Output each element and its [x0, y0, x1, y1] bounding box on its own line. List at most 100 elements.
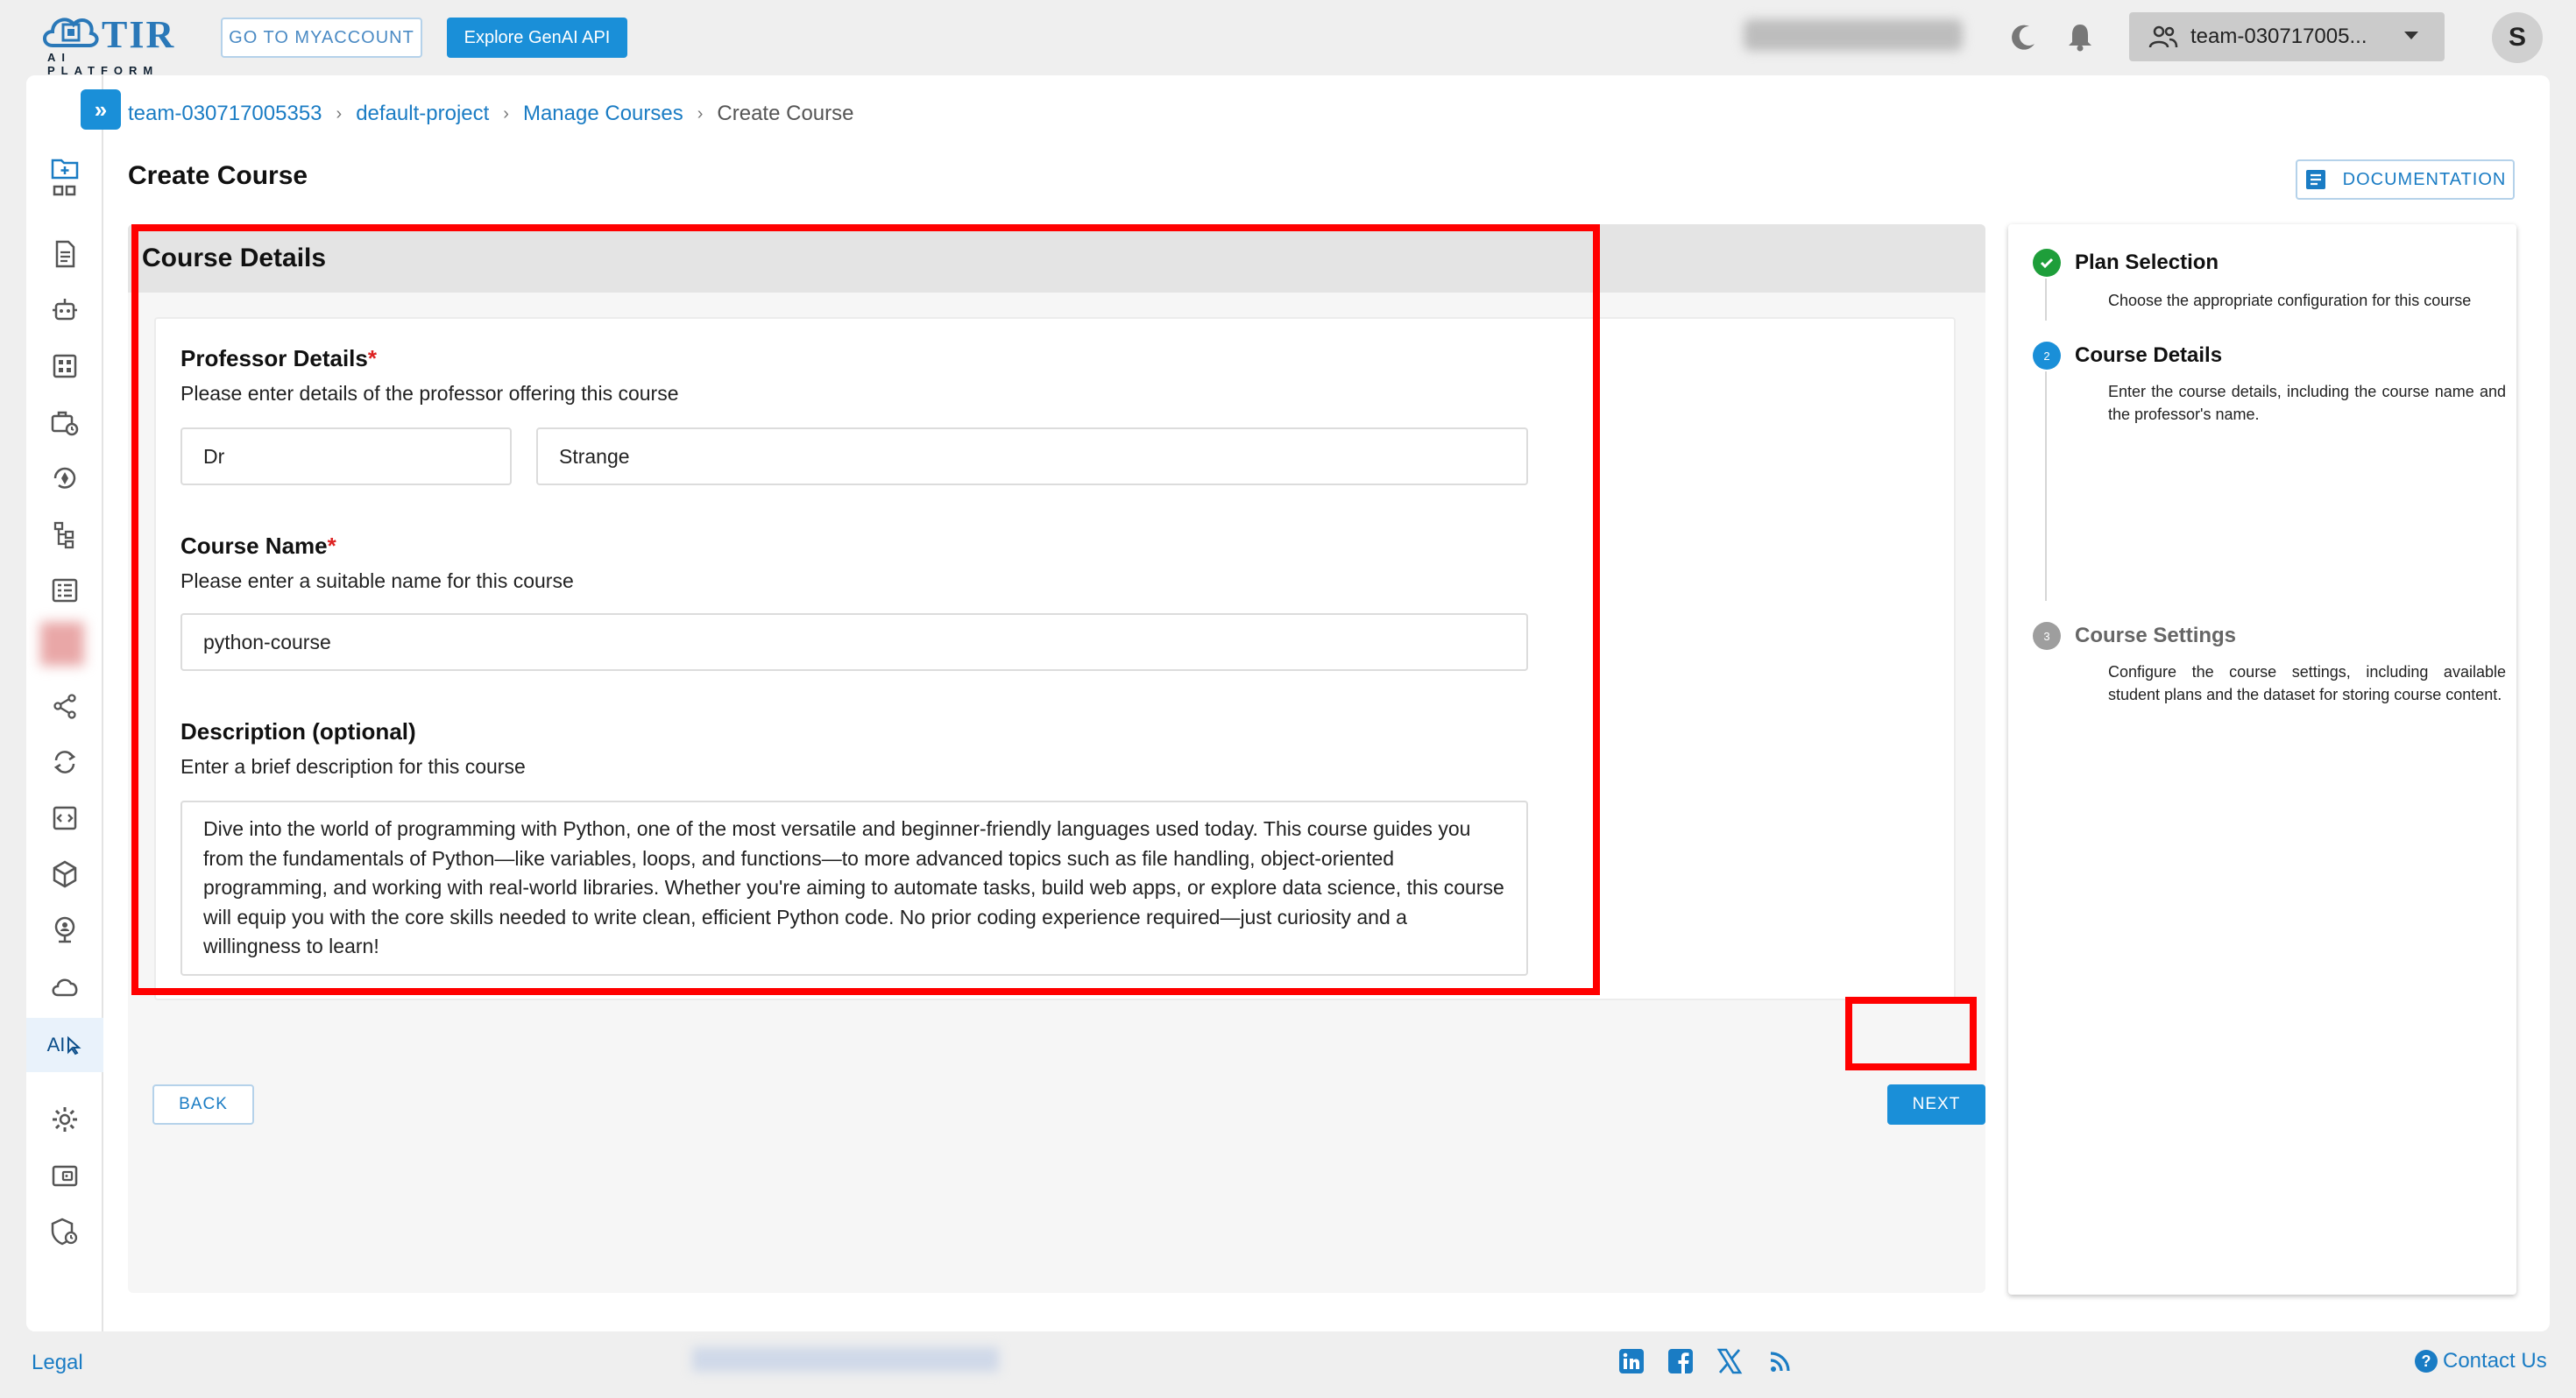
- team-selector-value: team-030717005...: [2190, 25, 2367, 48]
- chevron-down-icon: [2404, 32, 2418, 39]
- go-to-myaccount-button[interactable]: GO TO MYACCOUNT: [221, 18, 422, 58]
- rocket-cycle-icon: [53, 467, 76, 489]
- sidebar-item-pipelines[interactable]: [46, 515, 84, 554]
- grid-icon: [53, 185, 76, 196]
- rss-feed-icon[interactable]: [1766, 1347, 1794, 1375]
- sidebar-item-documents[interactable]: [46, 235, 84, 273]
- sidebar-item-wallet[interactable]: [46, 1156, 84, 1195]
- redacted-info: [1744, 19, 1963, 51]
- sidebar-item-bots[interactable]: [46, 291, 84, 329]
- course-name-help: Please enter a suitable name for this co…: [180, 569, 574, 592]
- cube-icon: [53, 860, 77, 888]
- cloud-icon: [52, 978, 78, 997]
- step-connector: [2045, 279, 2047, 321]
- sparkle-cursor-icon: [67, 1035, 81, 1056]
- breadcrumb-separator: ›: [336, 103, 343, 124]
- breadcrumb-separator: ›: [503, 103, 509, 124]
- legal-link[interactable]: Legal: [32, 1351, 83, 1375]
- step-number-badge: 2: [2033, 342, 2061, 370]
- gear-icon: [53, 1107, 77, 1132]
- professor-details-label: Professor Details*: [180, 345, 377, 371]
- logo-subtitle: AI PLATFORM: [47, 51, 159, 77]
- course-name-input[interactable]: python-course: [180, 613, 1528, 671]
- facebook-icon[interactable]: [1667, 1347, 1695, 1375]
- section-title: Course Details: [128, 224, 1985, 293]
- document-list-icon: [2305, 170, 2325, 189]
- sidebar-item-share[interactable]: [46, 687, 84, 725]
- description-textarea[interactable]: Dive into the world of programming with …: [180, 801, 1528, 976]
- shield-clock-icon: [51, 1218, 78, 1246]
- sidebar-item-registry[interactable]: [46, 571, 84, 610]
- step-completed-check-icon: [2033, 249, 2061, 277]
- step-connector: [2045, 371, 2047, 601]
- ai-label: AI: [46, 1034, 66, 1056]
- robot-icon: [53, 299, 77, 321]
- x-twitter-icon[interactable]: [1716, 1347, 1744, 1375]
- step-number-badge: 3: [2033, 622, 2061, 650]
- sidebar-item-apps[interactable]: [46, 347, 84, 385]
- people-icon: [2148, 25, 2178, 48]
- step-course-details-description: Enter the course details, including the …: [2108, 383, 2506, 423]
- dark-mode-moon-icon[interactable]: [2006, 19, 2042, 54]
- sidebar-item-sync[interactable]: [46, 743, 84, 781]
- briefcase-clock-icon: [51, 411, 79, 436]
- sidebar-item-cloud[interactable]: [46, 967, 84, 1006]
- documentation-button[interactable]: DOCUMENTATION: [2296, 159, 2515, 200]
- share-nodes-icon: [53, 694, 76, 719]
- sidebar-item-dashboard[interactable]: [46, 179, 84, 200]
- progress-stepper: Plan Selection Choose the appropriate co…: [2008, 224, 2516, 1295]
- tir-logo[interactable]: TIR AI PLATFORM: [40, 11, 189, 77]
- documentation-label: DOCUMENTATION: [2342, 169, 2507, 189]
- course-form-area: Course Details Professor Details* Please…: [128, 224, 1985, 1293]
- help-question-icon: ?: [2415, 1350, 2438, 1373]
- description-help: Enter a brief description for this cours…: [180, 755, 526, 778]
- cloud-logo-icon: [43, 18, 99, 47]
- sidebar-item-jobs[interactable]: [46, 403, 84, 441]
- course-name-label: Course Name*: [180, 533, 336, 559]
- sidebar-item-ai-courses[interactable]: AI: [26, 1018, 103, 1072]
- step-course-settings-description: Configure the course settings, including…: [2108, 663, 2506, 703]
- course-details-panel: Professor Details* Please enter details …: [154, 317, 1956, 1000]
- professor-name-input[interactable]: Strange: [536, 427, 1528, 485]
- main-content: AI » team-030717005353 › default-project…: [26, 75, 2550, 1331]
- breadcrumb-current: Create Course: [717, 102, 854, 125]
- sync-icon: [53, 751, 76, 773]
- description-label: Description (optional): [180, 718, 416, 745]
- list-panel-icon: [52, 578, 78, 603]
- explore-genai-api-button[interactable]: Explore GenAI API: [447, 18, 627, 58]
- team-selector-dropdown[interactable]: team-030717005...: [2129, 12, 2445, 61]
- linkedin-icon[interactable]: [1617, 1347, 1645, 1375]
- step-plan-selection-description: Choose the appropriate configuration for…: [2108, 292, 2472, 309]
- sidebar-item-settings[interactable]: [46, 1100, 84, 1139]
- step-course-details-title: Course Details: [2075, 343, 2223, 367]
- top-bar: TIR AI PLATFORM GO TO MYACCOUNT Explore …: [0, 0, 2576, 77]
- professor-title-input[interactable]: Dr: [180, 427, 512, 485]
- contact-us-label: Contact Us: [2443, 1349, 2547, 1373]
- professor-details-help: Please enter details of the professor of…: [180, 382, 679, 405]
- breadcrumb-manage-courses[interactable]: Manage Courses: [523, 102, 683, 126]
- contact-us-link[interactable]: ? Contact Us: [2415, 1349, 2547, 1373]
- redacted-sidebar-icon: [40, 622, 84, 666]
- next-button[interactable]: NEXT: [1887, 1084, 1985, 1125]
- monitor-person-icon: [54, 916, 75, 943]
- page-title: Create Course: [128, 161, 308, 190]
- user-avatar[interactable]: S: [2492, 12, 2543, 63]
- breadcrumb-team[interactable]: team-030717005353: [128, 102, 322, 126]
- sidebar-item-security[interactable]: [46, 1212, 84, 1251]
- breadcrumb-project[interactable]: default-project: [356, 102, 489, 126]
- hierarchy-icon: [53, 521, 74, 549]
- sidebar-item-labs[interactable]: [46, 911, 84, 950]
- document-icon: [55, 240, 75, 268]
- step-plan-selection-title: Plan Selection: [2075, 251, 2219, 274]
- wallet-icon: [52, 1165, 78, 1187]
- required-mark: *: [367, 345, 377, 371]
- notification-bell-icon[interactable]: [2063, 19, 2098, 54]
- required-mark: *: [327, 533, 336, 559]
- expand-sidebar-button[interactable]: »: [81, 89, 121, 130]
- sidebar-item-deployments[interactable]: [46, 459, 84, 498]
- sidebar-item-models[interactable]: [46, 855, 84, 893]
- breadcrumb-separator: ›: [697, 103, 704, 124]
- sidebar-item-code[interactable]: [46, 799, 84, 837]
- breadcrumb: team-030717005353 › default-project › Ma…: [128, 102, 853, 126]
- back-button[interactable]: BACK: [152, 1084, 254, 1125]
